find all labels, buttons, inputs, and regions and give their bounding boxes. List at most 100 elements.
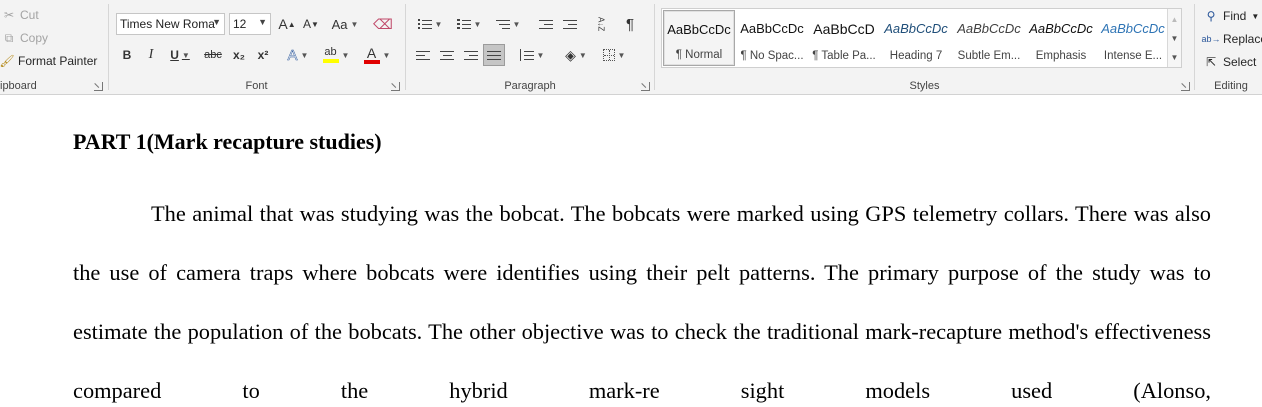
pilcrow-icon: ¶	[625, 15, 635, 33]
chevron-down-icon: ▼	[512, 19, 521, 29]
borders-button[interactable]: ▼	[598, 44, 630, 66]
font-color-icon: A	[366, 44, 377, 61]
paragraph-dialog-launcher-icon[interactable]	[641, 82, 650, 91]
align-center-button[interactable]	[436, 44, 458, 66]
style-heading-7[interactable]: AaBbCcDc Heading 7	[880, 10, 952, 66]
multilevel-list-button[interactable]: ▼	[492, 13, 524, 35]
strikethrough-button[interactable]: abc	[201, 44, 225, 66]
replace-label: Replace	[1223, 32, 1262, 46]
style-subtle-emphasis[interactable]: AaBbCcDc Subtle Em...	[953, 10, 1025, 66]
align-center-icon	[440, 49, 454, 61]
paintbrush-icon: 🖌	[0, 54, 15, 68]
chevron-down-icon: ▼	[258, 17, 267, 27]
clipboard-dialog-launcher-icon[interactable]	[94, 82, 103, 91]
clipboard-group: ✂ Cut ⧉ Copy 🖌 Format Painter ipboard	[0, 0, 107, 94]
style-name: Subtle Em...	[957, 50, 1021, 62]
style-name: Intense E...	[1103, 50, 1163, 62]
font-size-combo[interactable]: 12 ▼	[229, 13, 271, 35]
chevron-down-icon: ▼	[350, 19, 359, 29]
chevron-down-icon: ▼	[382, 50, 391, 60]
style-emphasis[interactable]: AaBbCcDc Emphasis	[1025, 10, 1097, 66]
replace-icon: ab→	[1201, 33, 1221, 44]
gallery-scroll-down-button[interactable]: ▼	[1167, 29, 1181, 48]
style-name: ¶ Normal	[675, 49, 723, 61]
replace-button[interactable]: ab→ Replace	[1201, 32, 1262, 46]
style-name: Emphasis	[1035, 50, 1087, 62]
align-right-button[interactable]	[460, 44, 482, 66]
styles-group-label: Styles	[909, 80, 940, 92]
editing-group: ⚲ Find ▼ ab→ Replace ⇱ Select ▼ Editing	[1200, 0, 1262, 94]
subscript-button[interactable]: x₂	[229, 44, 249, 66]
grow-font-button[interactable]: A ▲	[277, 13, 297, 35]
subscript-label: x₂	[232, 48, 245, 62]
gallery-scroll-up-button[interactable]: ▲	[1167, 9, 1181, 29]
style-table-paragraph[interactable]: AaBbCcD ¶ Table Pa...	[808, 10, 880, 66]
style-no-spacing[interactable]: AaBbCcDc ¶ No Spac...	[736, 10, 808, 66]
select-button[interactable]: ⇱ Select ▼	[1204, 55, 1262, 69]
copy-button[interactable]: ⧉ Copy	[2, 31, 48, 45]
numbering-button[interactable]: ▼	[452, 13, 486, 35]
format-painter-button[interactable]: 🖌 Format Painter	[0, 54, 97, 68]
superscript-label: x²	[257, 48, 269, 62]
styles-dialog-launcher-icon[interactable]	[1181, 82, 1190, 91]
increase-indent-button[interactable]	[560, 13, 580, 35]
grow-font-label: A	[278, 16, 288, 32]
find-label: Find	[1223, 9, 1247, 23]
select-label: Select	[1223, 55, 1257, 69]
bold-label: B	[122, 48, 132, 62]
change-case-button[interactable]: Aa ▼	[329, 13, 361, 35]
justify-button[interactable]	[483, 44, 505, 66]
font-group: Times New Roma ▼ 12 ▼ A ▲ A ▼ Aa ▼ ⌫ B I U ▼…	[109, 0, 404, 94]
underline-label: U	[170, 48, 179, 62]
scissors-icon: ✂	[3, 8, 15, 22]
font-color-button[interactable]: A ▼	[361, 44, 393, 66]
style-sample: AaBbCcD	[813, 21, 875, 37]
superscript-button[interactable]: x²	[253, 44, 273, 66]
style-sample: AaBbCcDc	[667, 22, 731, 37]
underline-button[interactable]: U ▼	[165, 44, 195, 66]
ribbon: ✂ Cut ⧉ Copy 🖌 Format Painter ipboard Ti…	[0, 0, 1262, 95]
shrink-font-button[interactable]: A ▼	[301, 13, 321, 35]
document-page[interactable]: PART 1(Mark recapture studies) The anima…	[0, 95, 1262, 407]
cut-button[interactable]: ✂ Cut	[2, 8, 39, 22]
decrease-indent-icon	[539, 18, 553, 30]
style-sample: AaBbCcDc	[1101, 21, 1165, 36]
bullets-button[interactable]: ▼	[414, 13, 446, 35]
shading-button[interactable]: ◈ ▼	[560, 44, 592, 66]
find-button[interactable]: ⚲ Find ▼	[1204, 9, 1260, 23]
align-left-icon	[416, 49, 430, 61]
chevron-down-icon: ▼	[1251, 11, 1260, 21]
style-intense-emphasis[interactable]: AaBbCcDc Intense E...	[1097, 10, 1169, 66]
style-sample: AaBbCcDc	[740, 21, 804, 36]
document-paragraph: The animal that was studying was the bob…	[73, 201, 1211, 403]
highlighter-icon: ab	[324, 46, 337, 58]
sort-icon: A↓Z	[596, 16, 606, 32]
bold-button[interactable]: B	[117, 44, 137, 66]
borders-icon	[602, 49, 615, 61]
gallery-more-button[interactable]: ▼	[1167, 48, 1181, 67]
show-hide-marks-button[interactable]: ¶	[620, 13, 640, 35]
paragraph-group-label: Paragraph	[504, 80, 556, 92]
sort-button[interactable]: A↓Z	[590, 13, 612, 35]
text-effects-button[interactable]: A ▼	[283, 44, 313, 66]
paragraph-group: ▼ ▼ ▼ A↓Z ¶ ▼ ◈ ▼ ▼ Paragraph	[406, 0, 654, 94]
font-color-bar	[363, 59, 380, 64]
highlight-button[interactable]: ab ▼	[319, 44, 353, 66]
chevron-down-icon: ▼	[473, 19, 482, 29]
font-name-combo[interactable]: Times New Roma ▼	[116, 13, 225, 35]
align-left-button[interactable]	[412, 44, 434, 66]
clipboard-group-label: ipboard	[0, 80, 37, 92]
font-size-value: 12	[233, 17, 247, 31]
decrease-indent-button[interactable]	[536, 13, 556, 35]
font-dialog-launcher-icon[interactable]	[391, 82, 400, 91]
style-normal[interactable]: AaBbCcDc ¶ Normal	[663, 10, 735, 66]
style-name: ¶ Table Pa...	[812, 50, 876, 62]
clear-formatting-button[interactable]: ⌫	[373, 13, 393, 35]
editing-group-label: Editing	[1214, 80, 1248, 92]
chevron-down-icon: ▼	[434, 19, 443, 29]
chevron-down-icon: ▼	[617, 50, 626, 60]
italic-button[interactable]: I	[141, 44, 161, 66]
line-spacing-button[interactable]: ▼	[516, 44, 548, 66]
bullets-icon	[417, 18, 432, 30]
style-name: Heading 7	[889, 50, 943, 62]
